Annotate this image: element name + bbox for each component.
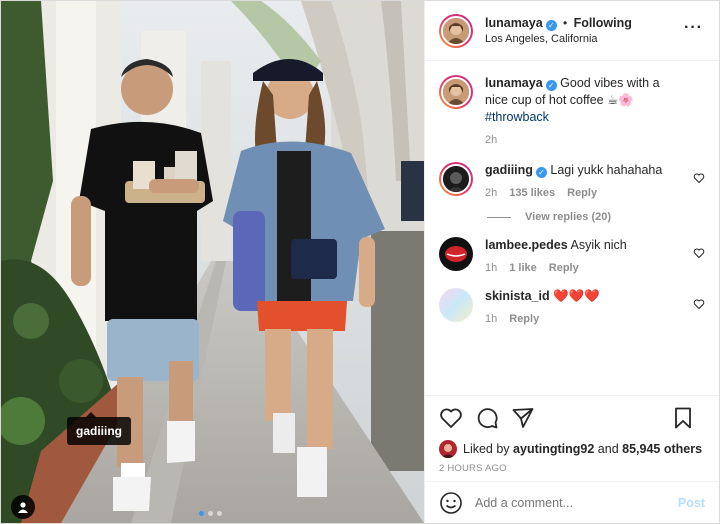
comment-text: skinista_id ❤️❤️❤️: [485, 288, 685, 305]
instagram-post-window: gadiiing lunamaya ✓ • Following Los Ange…: [0, 0, 720, 524]
post-details-panel: lunamaya ✓ • Following Los Angeles, Calif…: [424, 1, 719, 523]
comment-gadiiing: gadiiing ✓ Lagi yukk hahahaha 2h 135 like…: [439, 162, 705, 199]
carousel-dot: [199, 511, 204, 516]
save-bookmark-icon[interactable]: [671, 406, 695, 430]
caption-username[interactable]: lunamaya: [485, 76, 543, 90]
add-comment-input[interactable]: [475, 495, 678, 510]
likes-others-link[interactable]: 85,945 others: [622, 442, 702, 456]
comment-message: Asyik nich: [570, 238, 627, 252]
comments-section: lunamaya ✓ Good vibes with a nice cup of …: [425, 61, 719, 395]
liker-avatar[interactable]: [439, 440, 457, 458]
avatar-image: [441, 164, 471, 194]
verified-badge-icon: ✓: [535, 167, 547, 178]
like-comment-heart-icon[interactable]: [693, 247, 705, 259]
post-comment-button[interactable]: Post: [678, 496, 705, 510]
reply-button[interactable]: Reply: [567, 187, 597, 199]
avatar-image: [441, 77, 471, 107]
view-replies-label: View replies (20): [525, 211, 612, 223]
author-username[interactable]: lunamaya: [485, 16, 543, 30]
caption-author-avatar[interactable]: [439, 75, 473, 109]
reply-button[interactable]: Reply: [509, 313, 539, 325]
header-separator: •: [563, 15, 568, 30]
liker-username[interactable]: ayutingting92: [513, 442, 594, 456]
comment-username[interactable]: skinista_id: [485, 289, 550, 303]
comment-message: Lagi yukk hahahaha: [550, 163, 663, 177]
photo-scene: [1, 1, 424, 523]
comment-text: gadiiing ✓ Lagi yukk hahahaha: [485, 162, 685, 179]
hashtag-link[interactable]: #throwback: [485, 110, 549, 124]
verified-badge-icon: ✓: [545, 19, 557, 31]
post-photo[interactable]: gadiiing: [1, 1, 424, 523]
caption-body: lunamaya ✓ Good vibes with a nice cup of …: [485, 75, 705, 146]
carousel-indicator: [199, 511, 222, 516]
post-location[interactable]: Los Angeles, California: [485, 31, 632, 47]
post-time-ago[interactable]: 2 HOURS AGO: [425, 459, 719, 481]
caption-text: lunamaya ✓ Good vibes with a nice cup of …: [485, 75, 685, 126]
comment-skinista-id: skinista_id ❤️❤️❤️ 1h Reply: [439, 288, 705, 325]
verified-badge-icon: ✓: [545, 80, 557, 91]
comment-body: lambee.pedes Asyik nich 1h 1 like Reply: [485, 237, 705, 274]
commenter-avatar[interactable]: [439, 288, 473, 322]
replies-divider: [487, 216, 511, 218]
comment-username[interactable]: lambee.pedes: [485, 238, 568, 252]
carousel-dot: [217, 511, 222, 516]
post-header: lunamaya ✓ • Following Los Angeles, Calif…: [425, 1, 719, 61]
comment-time: 2h: [485, 187, 498, 199]
author-avatar[interactable]: [439, 13, 473, 48]
like-heart-icon[interactable]: [439, 406, 463, 430]
post-actions: [425, 395, 719, 439]
emoji-smiley-icon[interactable]: [439, 491, 463, 515]
user-tag-gadiiing[interactable]: gadiiing: [67, 412, 131, 445]
comment-time: 1h: [485, 262, 498, 274]
avatar-image: [441, 15, 471, 46]
like-comment-heart-icon[interactable]: [693, 298, 705, 310]
comment-username[interactable]: gadiiing: [485, 163, 533, 177]
commenter-avatar[interactable]: [439, 237, 473, 271]
likes-summary: Liked by ayutingting92 and 85,945 others: [425, 439, 719, 459]
caption-time: 2h: [485, 134, 498, 146]
share-paper-plane-icon[interactable]: [511, 406, 535, 430]
likes-and: and: [597, 442, 619, 456]
comment-likes[interactable]: 1 like: [509, 262, 537, 274]
carousel-dot: [208, 511, 213, 516]
header-text: lunamaya ✓ • Following Los Angeles, Calif…: [485, 15, 632, 47]
comment-lambee-pedes: lambee.pedes Asyik nich 1h 1 like Reply: [439, 237, 705, 274]
tagged-users-icon[interactable]: [11, 495, 35, 519]
commenter-avatar[interactable]: [439, 162, 473, 196]
comment-body: skinista_id ❤️❤️❤️ 1h Reply: [485, 288, 705, 325]
comment-body: gadiiing ✓ Lagi yukk hahahaha 2h 135 like…: [485, 162, 705, 199]
comment-meta: 1h 1 like Reply: [485, 262, 685, 274]
like-comment-heart-icon[interactable]: [693, 172, 705, 184]
caption-meta: 2h: [485, 134, 685, 146]
following-button[interactable]: Following: [574, 16, 632, 30]
caption: lunamaya ✓ Good vibes with a nice cup of …: [439, 75, 705, 146]
comment-meta: 1h Reply: [485, 313, 685, 325]
comment-text: lambee.pedes Asyik nich: [485, 237, 685, 254]
comment-bubble-icon[interactable]: [475, 406, 499, 430]
comment-message: ❤️❤️❤️: [553, 289, 600, 303]
comment-meta: 2h 135 likes Reply: [485, 187, 685, 199]
comment-time: 1h: [485, 313, 498, 325]
add-comment-bar: Post: [425, 481, 719, 523]
reply-button[interactable]: Reply: [549, 262, 579, 274]
more-options-icon[interactable]: ···: [684, 20, 703, 36]
likes-prefix: Liked by: [463, 442, 510, 456]
view-replies-button[interactable]: View replies (20): [487, 211, 705, 223]
comment-likes[interactable]: 135 likes: [509, 187, 555, 199]
